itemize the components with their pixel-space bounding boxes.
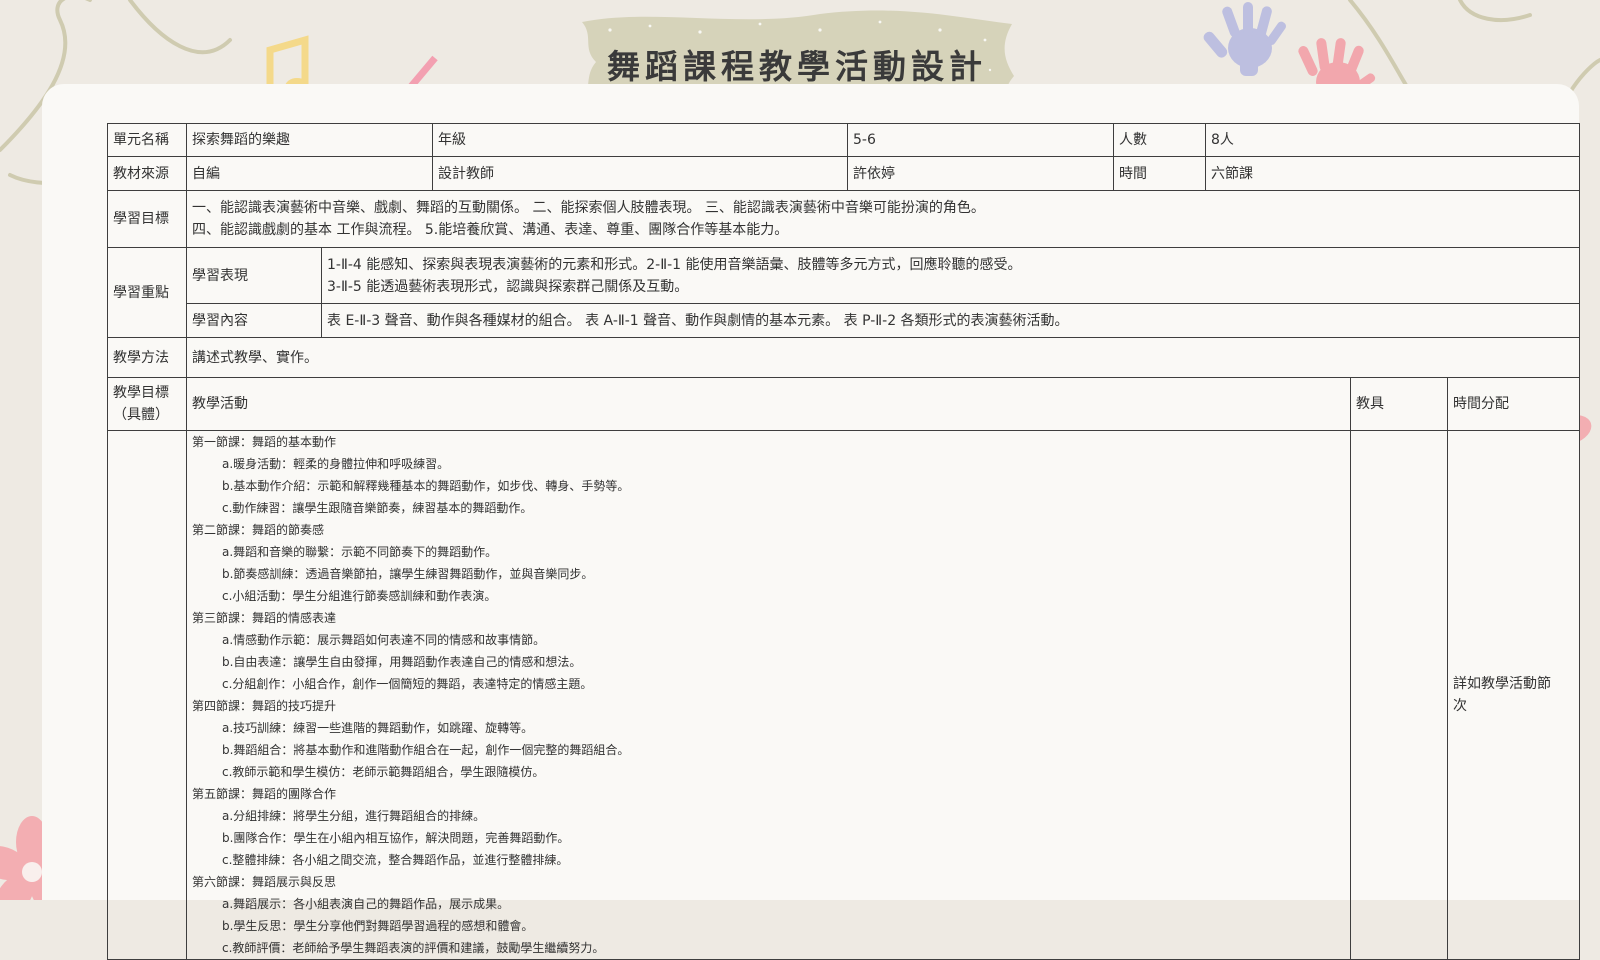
lesson-step: c.教師評價：老師給予學生舞蹈表演的評價和建議，鼓勵學生繼續努力。 bbox=[222, 941, 605, 955]
method-row: 教學方法 講述式教學、實作。 bbox=[107, 337, 1581, 378]
objective-cell bbox=[107, 430, 187, 960]
unit-label: 單元名稱 bbox=[107, 123, 187, 157]
method-label: 教學方法 bbox=[107, 337, 187, 378]
activity-body-row: 第一節課：舞蹈的基本動作 a.暖身活動：輕柔的身體拉伸和呼吸練習。 b.基本動作… bbox=[107, 430, 1581, 960]
count-label: 人數 bbox=[1113, 123, 1206, 157]
time-alloc-line-2: 次 bbox=[1453, 698, 1467, 714]
lesson-step: b.團隊合作：學生在小組內相互協作，解決問題，完善舞蹈動作。 bbox=[222, 831, 570, 845]
time-alloc-cell: 詳如教學活動節 次 bbox=[1446, 430, 1581, 960]
lesson-step: b.學生反思：學生分享他們對舞蹈學習過程的感想和體會。 bbox=[222, 919, 534, 933]
grade-label: 年級 bbox=[432, 123, 848, 157]
lesson-step: a.技巧訓練：練習一些進階的舞蹈動作，如跳躍、旋轉等。 bbox=[222, 721, 534, 735]
time-value: 六節課 bbox=[1204, 156, 1581, 191]
lesson-step: c.小組活動：學生分組進行節奏感訓練和動作表演。 bbox=[222, 589, 497, 603]
lesson-step: a.暖身活動：輕柔的身體拉伸和呼吸練習。 bbox=[222, 457, 450, 471]
lesson-step: c.動作練習：讓學生跟隨音樂節奏，練習基本的舞蹈動作。 bbox=[222, 501, 533, 515]
content-label: 學習內容 bbox=[186, 303, 322, 338]
lesson-step: a.分組排練：將學生分組，進行舞蹈組合的排練。 bbox=[222, 809, 486, 823]
info-row-1: 單元名稱 探索舞蹈的樂趣 年級 5-6 人數 8人 bbox=[107, 123, 1581, 157]
lesson-title: 第四節課：舞蹈的技巧提升 bbox=[192, 699, 337, 713]
content-row: 學習內容 表 E-Ⅱ-3 聲音、動作與各種媒材的組合。 表 A-Ⅱ-1 聲音、動… bbox=[108, 303, 1581, 338]
grade-value: 5-6 bbox=[847, 123, 1114, 157]
unit-value: 探索舞蹈的樂趣 bbox=[186, 123, 433, 157]
objective-header-line-2: （具體） bbox=[113, 407, 169, 423]
activity-header: 教學活動 bbox=[186, 377, 1351, 431]
method-value: 講述式教學、實作。 bbox=[185, 337, 1581, 378]
lesson-title: 第二節課：舞蹈的節奏感 bbox=[192, 523, 325, 537]
source-value: 自編 bbox=[186, 156, 433, 191]
goals-value: 一、能認識表演藝術中音樂、戲劇、舞蹈的互動關係。 二、能探索個人肢體表現。 三、… bbox=[185, 190, 1581, 248]
teacher-label: 設計教師 bbox=[432, 156, 848, 191]
tools-header: 教具 bbox=[1350, 377, 1448, 431]
lesson-step: c.分組創作：小組合作，創作一個簡短的舞蹈，表達特定的情感主題。 bbox=[222, 677, 593, 691]
goals-row: 學習目標 一、能認識表演藝術中音樂、戲劇、舞蹈的互動關係。 二、能探索個人肢體表… bbox=[107, 190, 1581, 248]
count-value: 8人 bbox=[1204, 123, 1581, 157]
lesson-step: a.舞蹈和音樂的聯繫：示範不同節奏下的舞蹈動作。 bbox=[222, 545, 498, 559]
goals-label: 學習目標 bbox=[107, 190, 187, 248]
lesson-step: b.節奏感訓練：透過音樂節拍，讓學生練習舞蹈動作，並與音樂同步。 bbox=[222, 567, 594, 581]
lesson-title: 第六節課：舞蹈展示與反思 bbox=[192, 875, 337, 889]
lesson-step: a.舞蹈展示：各小組表演自己的舞蹈作品，展示成果。 bbox=[222, 897, 510, 911]
objective-header: 教學目標 （具體） bbox=[107, 377, 187, 431]
time-alloc-line-1: 詳如教學活動節 bbox=[1453, 676, 1551, 692]
performance-line: 1-Ⅱ-4 能感知、探索與表現表演藝術的元素和形式。2-Ⅱ-1 能使用音樂語彙、… bbox=[327, 256, 1022, 273]
lesson-step: a.情感動作示範：展示舞蹈如何表達不同的情感和故事情節。 bbox=[222, 633, 546, 647]
tools-cell bbox=[1350, 430, 1448, 960]
time-alloc-header: 時間分配 bbox=[1446, 377, 1581, 431]
performance-line: 3-Ⅱ-5 能透過藝術表現形式，認識與探索群己關係及互動。 bbox=[327, 278, 689, 295]
goal-line: 四、能認識戲劇的基本 工作與流程。 5.能培養欣賞、溝通、表達、尊重、團隊合作等… bbox=[192, 222, 789, 238]
source-label: 教材來源 bbox=[107, 156, 187, 191]
lesson-title: 第五節課：舞蹈的團隊合作 bbox=[192, 787, 337, 801]
lesson-step: b.舞蹈組合：將基本動作和進階動作組合在一起，創作一個完整的舞蹈組合。 bbox=[222, 743, 630, 757]
performance-row: 學習重點 學習表現 1-Ⅱ-4 能感知、探索與表現表演藝術的元素和形式。2-Ⅱ-… bbox=[107, 247, 1581, 338]
lesson-step: c.教師示範和學生模仿：老師示範舞蹈組合，學生跟隨模仿。 bbox=[222, 765, 545, 779]
page-title: 舞蹈課程教學活動設計 bbox=[607, 47, 987, 86]
activity-header-row: 教學目標 （具體） 教學活動 教具 時間分配 bbox=[107, 377, 1581, 431]
time-label: 時間 bbox=[1113, 156, 1206, 191]
goal-line: 一、能認識表演藝術中音樂、戲劇、舞蹈的互動關係。 二、能探索個人肢體表現。 三、… bbox=[192, 200, 985, 216]
lesson-step: b.基本動作介紹：示範和解釋幾種基本的舞蹈動作，如步伐、轉身、手勢等。 bbox=[222, 479, 630, 493]
lesson-step: c.整體排練：各小組之間交流，整合舞蹈作品，並進行整體排練。 bbox=[222, 853, 569, 867]
focus-label: 學習重點 bbox=[107, 247, 187, 338]
lesson-plan-table: 單元名稱 探索舞蹈的樂趣 年級 5-6 人數 8人 教材來源 自編 設計教師 許… bbox=[107, 123, 1581, 960]
lesson-title: 第一節課：舞蹈的基本動作 bbox=[192, 435, 337, 449]
lesson-step: b.自由表達：讓學生自由發揮，用舞蹈動作表達自己的情感和想法。 bbox=[222, 655, 582, 669]
performance-label: 學習表現 bbox=[186, 247, 322, 304]
performance-value: 1-Ⅱ-4 能感知、探索與表現表演藝術的元素和形式。2-Ⅱ-1 能使用音樂語彙、… bbox=[320, 247, 1581, 304]
teacher-value: 許依婷 bbox=[847, 156, 1114, 191]
lesson-title: 第三節課：舞蹈的情感表達 bbox=[192, 611, 337, 625]
info-row-2: 教材來源 自編 設計教師 許依婷 時間 六節課 bbox=[107, 156, 1581, 191]
lesson-list: 第一節課：舞蹈的基本動作 a.暖身活動：輕柔的身體拉伸和呼吸練習。 b.基本動作… bbox=[186, 430, 1351, 960]
content-value: 表 E-Ⅱ-3 聲音、動作與各種媒材的組合。 表 A-Ⅱ-1 聲音、動作與劇情的… bbox=[320, 303, 1581, 338]
objective-header-line-1: 教學目標 bbox=[113, 385, 169, 401]
title-banner-area: 舞蹈課程教學活動設計 bbox=[577, 12, 1017, 116]
